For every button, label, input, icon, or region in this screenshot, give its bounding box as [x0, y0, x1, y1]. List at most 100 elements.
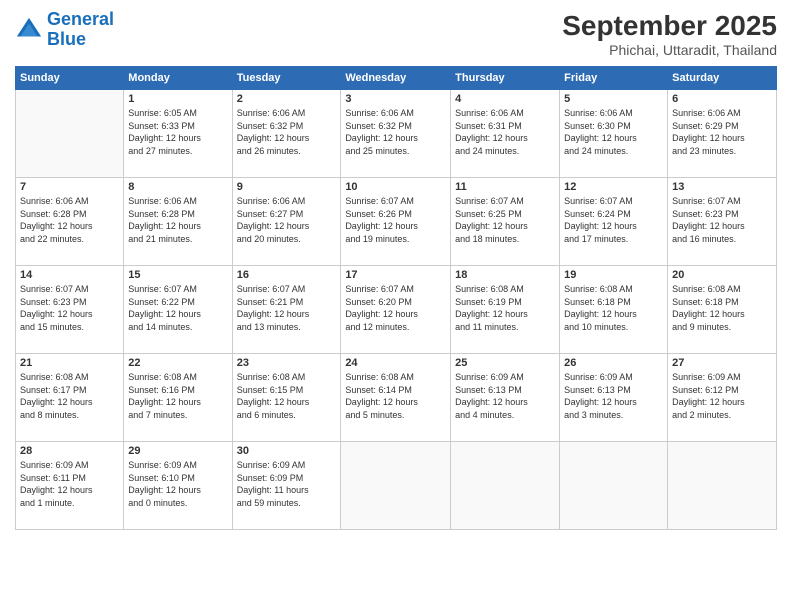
- calendar-cell: 23 Sunrise: 6:08 AM Sunset: 6:15 PM Dayli…: [232, 354, 341, 442]
- day-info: Sunrise: 6:07 AM Sunset: 6:24 PM Dayligh…: [564, 195, 663, 245]
- day-info: Sunrise: 6:06 AM Sunset: 6:32 PM Dayligh…: [237, 107, 337, 157]
- day-number: 27: [672, 357, 772, 369]
- day-info: Sunrise: 6:07 AM Sunset: 6:26 PM Dayligh…: [345, 195, 446, 245]
- day-number: 26: [564, 357, 663, 369]
- day-number: 29: [128, 445, 227, 457]
- calendar-cell: 16Sunrise: 6:07 AM Sunset: 6:21 PM Dayli…: [232, 266, 341, 354]
- calendar-cell: [16, 90, 124, 178]
- month-title: September 2025: [562, 10, 777, 42]
- day-number: 6: [672, 93, 772, 105]
- day-number: 7: [20, 181, 119, 193]
- calendar-cell: 19 Sunrise: 6:08 AM Sunset: 6:18 PM Dayli…: [560, 266, 668, 354]
- calendar-cell: [560, 442, 668, 530]
- logo-icon: [15, 16, 43, 44]
- calendar-cell: 9 Sunrise: 6:06 AM Sunset: 6:27 PM Daylig…: [232, 178, 341, 266]
- day-info: Sunrise: 6:09 AM Sunset: 6:10 PM Dayligh…: [128, 459, 227, 509]
- day-info: Sunrise: 6:06 AM Sunset: 6:30 PM Dayligh…: [564, 107, 663, 157]
- day-number: 9: [237, 181, 337, 193]
- calendar-cell: 24Sunrise: 6:08 AM Sunset: 6:14 PM Dayli…: [341, 354, 451, 442]
- calendar-cell: 5Sunrise: 6:06 AM Sunset: 6:30 PM Daylig…: [560, 90, 668, 178]
- calendar-cell: [341, 442, 451, 530]
- day-number: 25: [455, 357, 555, 369]
- day-number: 3: [345, 93, 446, 105]
- day-number: 14: [20, 269, 119, 281]
- day-info: Sunrise: 6:09 AM Sunset: 6:11 PM Dayligh…: [20, 459, 119, 509]
- day-number: 4: [455, 93, 555, 105]
- day-number: 8: [128, 181, 227, 193]
- day-number: 16: [237, 269, 337, 281]
- day-number: 24: [345, 357, 446, 369]
- logo-text: General Blue: [47, 10, 114, 50]
- calendar-cell: 4Sunrise: 6:06 AM Sunset: 6:31 PM Daylig…: [451, 90, 560, 178]
- weekday-row: SundayMondayTuesdayWednesdayThursdayFrid…: [16, 67, 777, 90]
- calendar-cell: 27 Sunrise: 6:09 AM Sunset: 6:12 PM Dayli…: [668, 354, 777, 442]
- weekday-header-sunday: Sunday: [16, 67, 124, 90]
- calendar-cell: 20 Sunrise: 6:08 AM Sunset: 6:18 PM Dayli…: [668, 266, 777, 354]
- week-row-0: 1 Sunrise: 6:05 AM Sunset: 6:33 PM Daylig…: [16, 90, 777, 178]
- day-info: Sunrise: 6:05 AM Sunset: 6:33 PM Dayligh…: [128, 107, 227, 157]
- day-number: 21: [20, 357, 119, 369]
- calendar-cell: 7Sunrise: 6:06 AM Sunset: 6:28 PM Daylig…: [16, 178, 124, 266]
- day-number: 1: [128, 93, 227, 105]
- day-info: Sunrise: 6:06 AM Sunset: 6:28 PM Dayligh…: [128, 195, 227, 245]
- day-number: 23: [237, 357, 337, 369]
- calendar-cell: 26 Sunrise: 6:09 AM Sunset: 6:13 PM Dayli…: [560, 354, 668, 442]
- calendar-cell: 8 Sunrise: 6:06 AM Sunset: 6:28 PM Daylig…: [124, 178, 232, 266]
- day-info: Sunrise: 6:07 AM Sunset: 6:20 PM Dayligh…: [345, 283, 446, 333]
- calendar-cell: 29 Sunrise: 6:09 AM Sunset: 6:10 PM Dayli…: [124, 442, 232, 530]
- day-info: Sunrise: 6:09 AM Sunset: 6:09 PM Dayligh…: [237, 459, 337, 509]
- day-info: Sunrise: 6:07 AM Sunset: 6:25 PM Dayligh…: [455, 195, 555, 245]
- location-subtitle: Phichai, Uttaradit, Thailand: [562, 42, 777, 58]
- day-info: Sunrise: 6:06 AM Sunset: 6:32 PM Dayligh…: [345, 107, 446, 157]
- day-info: Sunrise: 6:06 AM Sunset: 6:27 PM Dayligh…: [237, 195, 337, 245]
- calendar-body: 1 Sunrise: 6:05 AM Sunset: 6:33 PM Daylig…: [16, 90, 777, 530]
- calendar-cell: 1 Sunrise: 6:05 AM Sunset: 6:33 PM Daylig…: [124, 90, 232, 178]
- day-number: 13: [672, 181, 772, 193]
- calendar-cell: 12 Sunrise: 6:07 AM Sunset: 6:24 PM Dayli…: [560, 178, 668, 266]
- calendar-cell: 14 Sunrise: 6:07 AM Sunset: 6:23 PM Dayli…: [16, 266, 124, 354]
- day-info: Sunrise: 6:08 AM Sunset: 6:18 PM Dayligh…: [672, 283, 772, 333]
- calendar-cell: [451, 442, 560, 530]
- calendar-cell: 28 Sunrise: 6:09 AM Sunset: 6:11 PM Dayli…: [16, 442, 124, 530]
- calendar-cell: 22Sunrise: 6:08 AM Sunset: 6:16 PM Dayli…: [124, 354, 232, 442]
- week-row-2: 14 Sunrise: 6:07 AM Sunset: 6:23 PM Dayli…: [16, 266, 777, 354]
- day-info: Sunrise: 6:09 AM Sunset: 6:13 PM Dayligh…: [564, 371, 663, 421]
- day-info: Sunrise: 6:07 AM Sunset: 6:22 PM Dayligh…: [128, 283, 227, 333]
- calendar-cell: 18Sunrise: 6:08 AM Sunset: 6:19 PM Dayli…: [451, 266, 560, 354]
- logo-blue: Blue: [47, 29, 86, 49]
- day-info: Sunrise: 6:07 AM Sunset: 6:23 PM Dayligh…: [20, 283, 119, 333]
- day-number: 11: [455, 181, 555, 193]
- week-row-4: 28 Sunrise: 6:09 AM Sunset: 6:11 PM Dayli…: [16, 442, 777, 530]
- weekday-header-wednesday: Wednesday: [341, 67, 451, 90]
- day-info: Sunrise: 6:08 AM Sunset: 6:17 PM Dayligh…: [20, 371, 119, 421]
- weekday-header-tuesday: Tuesday: [232, 67, 341, 90]
- calendar-cell: 3 Sunrise: 6:06 AM Sunset: 6:32 PM Daylig…: [341, 90, 451, 178]
- calendar-cell: 15Sunrise: 6:07 AM Sunset: 6:22 PM Dayli…: [124, 266, 232, 354]
- day-number: 22: [128, 357, 227, 369]
- day-info: Sunrise: 6:06 AM Sunset: 6:29 PM Dayligh…: [672, 107, 772, 157]
- day-number: 28: [20, 445, 119, 457]
- day-number: 10: [345, 181, 446, 193]
- page: General Blue September 2025 Phichai, Utt…: [0, 0, 792, 612]
- day-info: Sunrise: 6:08 AM Sunset: 6:15 PM Dayligh…: [237, 371, 337, 421]
- calendar-cell: 11 Sunrise: 6:07 AM Sunset: 6:25 PM Dayli…: [451, 178, 560, 266]
- calendar-header: SundayMondayTuesdayWednesdayThursdayFrid…: [16, 67, 777, 90]
- weekday-header-friday: Friday: [560, 67, 668, 90]
- day-info: Sunrise: 6:08 AM Sunset: 6:18 PM Dayligh…: [564, 283, 663, 333]
- day-number: 17: [345, 269, 446, 281]
- day-number: 12: [564, 181, 663, 193]
- logo: General Blue: [15, 10, 114, 50]
- day-number: 20: [672, 269, 772, 281]
- calendar-cell: 2Sunrise: 6:06 AM Sunset: 6:32 PM Daylig…: [232, 90, 341, 178]
- calendar-cell: 30 Sunrise: 6:09 AM Sunset: 6:09 PM Dayli…: [232, 442, 341, 530]
- day-number: 30: [237, 445, 337, 457]
- calendar-cell: 6 Sunrise: 6:06 AM Sunset: 6:29 PM Daylig…: [668, 90, 777, 178]
- day-info: Sunrise: 6:09 AM Sunset: 6:12 PM Dayligh…: [672, 371, 772, 421]
- week-row-3: 21 Sunrise: 6:08 AM Sunset: 6:17 PM Dayli…: [16, 354, 777, 442]
- logo-general: General: [47, 9, 114, 29]
- day-info: Sunrise: 6:08 AM Sunset: 6:19 PM Dayligh…: [455, 283, 555, 333]
- weekday-header-monday: Monday: [124, 67, 232, 90]
- weekday-header-thursday: Thursday: [451, 67, 560, 90]
- calendar-cell: [668, 442, 777, 530]
- day-number: 19: [564, 269, 663, 281]
